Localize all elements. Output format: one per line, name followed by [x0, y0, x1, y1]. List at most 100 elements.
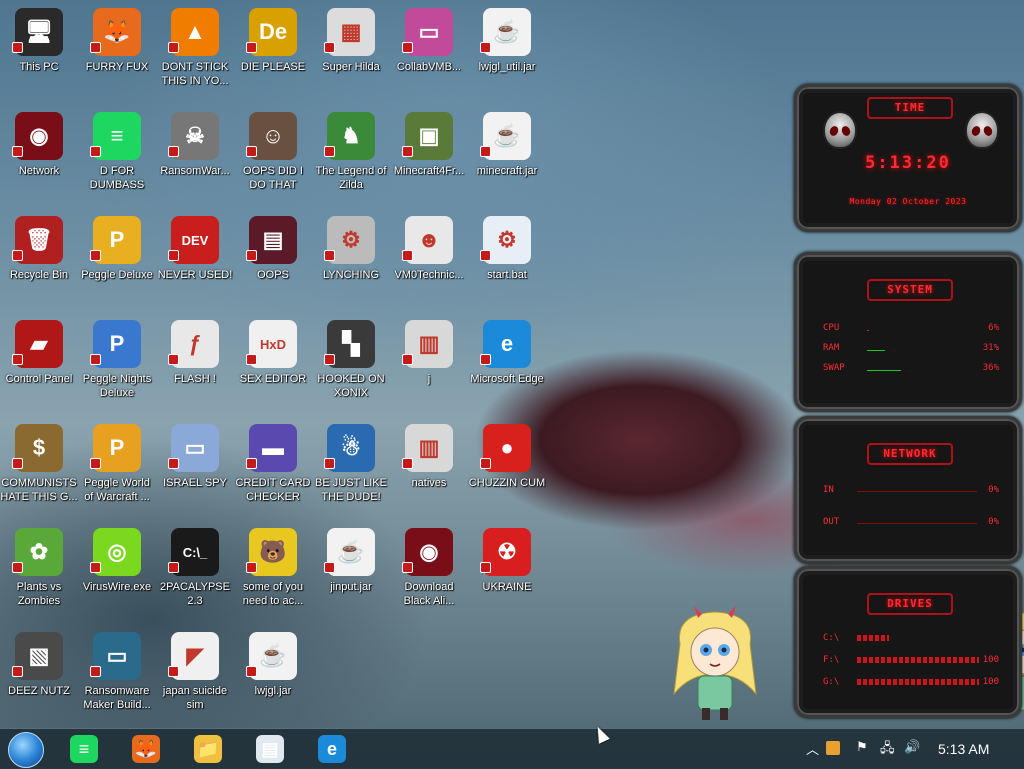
desktop-icon[interactable]: 🖥This PC [0, 2, 78, 106]
desktop-icon-label: HOOKED ON XONIX [312, 372, 390, 400]
desktop-icon[interactable]: ▭Ransomware Maker Build... [78, 626, 156, 730]
network-out-value: 0% [988, 517, 999, 527]
desktop-icon[interactable]: ◎VirusWire.exe [78, 522, 156, 626]
desktop-icon[interactable]: ≡D FOR DUMBASS [78, 106, 156, 210]
desktop-icon[interactable]: eMicrosoft Edge [468, 314, 546, 418]
desktop-icon[interactable]: ☕jinput.jar [312, 522, 390, 626]
desktop-icon[interactable]: C:\_2PACALYPSE 2.3 [156, 522, 234, 626]
desktop-icon-label: RansomWar... [156, 164, 234, 178]
desktop-icon[interactable]: ▰Control Panel [0, 314, 78, 418]
action-center-flag-icon[interactable]: ⚑ [856, 739, 868, 755]
desktop-icon-label: FURRY FUX [78, 60, 156, 74]
desktop-icon[interactable]: DEVNEVER USED! [156, 210, 234, 314]
desktop-icon[interactable]: ☃BE JUST LIKE THE DUDE! [312, 418, 390, 522]
shortcut-badge-icon [324, 458, 335, 469]
drive-f-row: F:\ 100 [823, 655, 999, 669]
network-icon[interactable]: 🖧 [880, 739, 895, 761]
desktop-icon[interactable]: HxDSEX EDITOR [234, 314, 312, 418]
shortcut-badge-icon [12, 250, 23, 261]
desktop-icon-label: natives [390, 476, 468, 490]
desktop-icon[interactable]: ▥j [390, 314, 468, 418]
desktop-icon[interactable]: DeDIE PLEASE [234, 2, 312, 106]
desktop-icon[interactable]: 🗑Recycle Bin [0, 210, 78, 314]
desktop-icon[interactable]: ♞The Legend of Zilda [312, 106, 390, 210]
network-widget[interactable]: NETWORK IN 0% OUT 0% [794, 416, 1022, 564]
desktop-icon[interactable]: ◉Network [0, 106, 78, 210]
shortcut-badge-icon [90, 146, 101, 157]
shortcut-badge-icon [246, 42, 257, 53]
desktop-icon[interactable]: ●CHUZZIN CUM [468, 418, 546, 522]
system-widget[interactable]: SYSTEM CPU 6% RAM 31% SWAP 36% [794, 252, 1022, 412]
desktop-icon-label: CHUZZIN CUM [468, 476, 546, 490]
taskbar-notepad-button[interactable]: ▤ [252, 731, 288, 767]
time-widget-title: TIME [867, 97, 953, 119]
taskbar-file-explorer-button[interactable]: 📁 [190, 731, 226, 767]
shortcut-badge-icon [480, 42, 491, 53]
desktop-icon-label: LYNCHING [312, 268, 390, 282]
shortcut-badge-icon [480, 146, 491, 157]
drive-f-bar [857, 657, 979, 663]
shortcut-badge-icon [168, 666, 179, 677]
swap-bar [867, 370, 901, 371]
shortcut-badge-icon [168, 250, 179, 261]
shortcut-badge-icon [12, 458, 23, 469]
desktop-icon[interactable]: ☻VM0Technic... [390, 210, 468, 314]
swap-row: SWAP 36% [823, 363, 999, 377]
desktop-icon[interactable]: ◉Download Black Ali... [390, 522, 468, 626]
desktop-icon[interactable]: ▤OOPS [234, 210, 312, 314]
desktop-icon[interactable]: ✿Plants vs Zombies [0, 522, 78, 626]
show-hidden-icons-chevron-up-icon[interactable]: ︿ [806, 739, 819, 758]
desktop-icon[interactable]: PPeggle Deluxe [78, 210, 156, 314]
network-out-label: OUT [823, 517, 839, 527]
desktop-icon[interactable]: ▦Super Hilda [312, 2, 390, 106]
desktop-icon[interactable]: ▭CollabVMB... [390, 2, 468, 106]
desktop-icon[interactable]: ƒFLASH ! [156, 314, 234, 418]
desktop-icon-label: CollabVMB... [390, 60, 468, 74]
desktop-icon[interactable]: ☠RansomWar... [156, 106, 234, 210]
network-in-value: 0% [988, 485, 999, 495]
desktop-icon[interactable]: ▚HOOKED ON XONIX [312, 314, 390, 418]
desktop-icon[interactable]: ◤japan suicide sim [156, 626, 234, 730]
desktop-icon-label: VirusWire.exe [78, 580, 156, 594]
shortcut-badge-icon [12, 354, 23, 365]
app-tray-icon[interactable] [826, 741, 840, 755]
desktop-icon[interactable]: ☺OOPS DID I DO THAT [234, 106, 312, 210]
desktop-icon[interactable]: ▭ISRAEL SPY [156, 418, 234, 522]
desktop-icon[interactable]: ☕minecraft.jar [468, 106, 546, 210]
drive-c-label: C:\ [823, 633, 839, 643]
desktop-icon[interactable]: ▲DONT STICK THIS IN YO... [156, 2, 234, 106]
shortcut-badge-icon [480, 562, 491, 573]
shortcut-badge-icon [246, 250, 257, 261]
desktop-icon[interactable]: 🦊FURRY FUX [78, 2, 156, 106]
desktop-icon[interactable]: 🐻some of you need to ac... [234, 522, 312, 626]
shortcut-badge-icon [12, 146, 23, 157]
desktop-icon[interactable]: ▣Minecraft4Fr... [390, 106, 468, 210]
time-widget[interactable]: TIME 5:13:20 Monday 02 October 2023 [794, 84, 1022, 232]
desktop-icon[interactable]: $COMMUNISTS HATE THIS G... [0, 418, 78, 522]
start-button[interactable] [8, 732, 44, 768]
desktop-icon[interactable]: ▬CREDIT CARD CHECKER [234, 418, 312, 522]
taskbar-spotify-button[interactable]: ≡ [66, 731, 102, 767]
taskbar-firefox-button[interactable]: 🦊 [128, 731, 164, 767]
desktop-icon[interactable]: ⚙start.bat [468, 210, 546, 314]
desktop-icon[interactable]: ▥natives [390, 418, 468, 522]
taskbar-clock[interactable]: 5:13 AM [938, 741, 989, 757]
drives-widget-title: DRIVES [867, 593, 953, 615]
desktop-icon[interactable]: ☢UKRAINE [468, 522, 546, 626]
shortcut-badge-icon [480, 354, 491, 365]
drives-widget[interactable]: DRIVES C:\ F:\ 100 G:\ 100 [794, 566, 1022, 718]
desktop-icon[interactable]: ⚙LYNCHING [312, 210, 390, 314]
desktop-icon-label: Minecraft4Fr... [390, 164, 468, 178]
taskbar-edge-button[interactable]: e [314, 731, 350, 767]
volume-icon[interactable]: 🔊 [904, 739, 920, 755]
network-widget-title: NETWORK [867, 443, 953, 465]
shortcut-badge-icon [12, 562, 23, 573]
firefox-icon: 🦊 [132, 735, 160, 763]
desktop-icon-label: DIE PLEASE [234, 60, 312, 74]
alien-logo-icon [823, 111, 857, 149]
desktop-icon[interactable]: ▧DEEZ NUTZ [0, 626, 78, 730]
desktop-icon[interactable]: ☕lwjgl_util.jar [468, 2, 546, 106]
desktop-icon[interactable]: ☕lwjgl.jar [234, 626, 312, 730]
desktop-icon[interactable]: PPeggle World of Warcraft ... [78, 418, 156, 522]
desktop-icon[interactable]: PPeggle Nights Deluxe [78, 314, 156, 418]
